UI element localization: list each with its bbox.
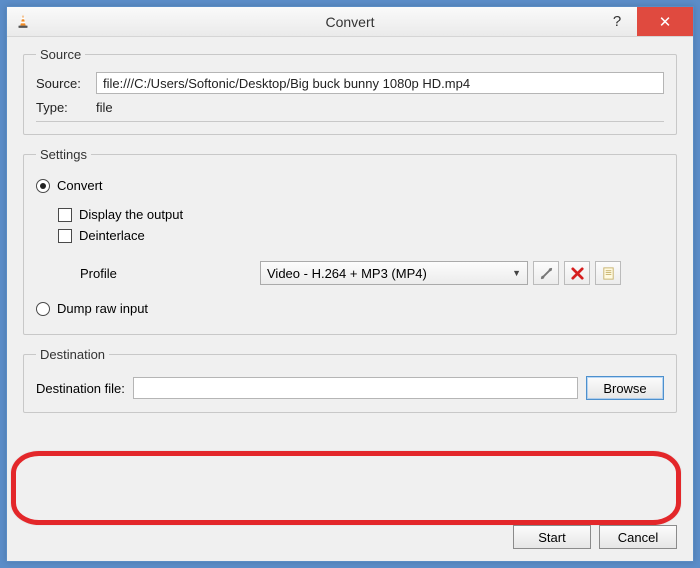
titlebar: Convert ? ✕	[7, 7, 693, 37]
profile-label: Profile	[80, 266, 140, 281]
new-profile-button[interactable]	[595, 261, 621, 285]
vlc-icon	[13, 12, 33, 32]
settings-group: Settings Convert Display the output Dein…	[23, 147, 677, 335]
new-doc-icon	[601, 266, 616, 281]
destination-file-label: Destination file:	[36, 381, 125, 396]
destination-group: Destination Destination file: Browse	[23, 347, 677, 413]
source-divider	[36, 121, 664, 122]
close-button[interactable]: ✕	[637, 7, 693, 36]
dialog-footer: Start Cancel	[513, 525, 677, 549]
annotation-highlight	[11, 451, 681, 525]
help-button[interactable]: ?	[597, 7, 637, 36]
convert-radio[interactable]	[36, 179, 50, 193]
edit-profile-button[interactable]	[533, 261, 559, 285]
chevron-down-icon: ▼	[512, 268, 521, 278]
delete-x-icon	[570, 266, 585, 281]
convert-dialog: Convert ? ✕ Source Source: Type: file Se…	[6, 6, 694, 562]
source-input[interactable]	[96, 72, 664, 94]
start-button[interactable]: Start	[513, 525, 591, 549]
destination-legend: Destination	[36, 347, 109, 362]
delete-profile-button[interactable]	[564, 261, 590, 285]
dump-raw-label: Dump raw input	[57, 301, 148, 316]
profile-combobox[interactable]: Video - H.264 + MP3 (MP4) ▼	[260, 261, 528, 285]
type-value: file	[96, 100, 113, 115]
settings-legend: Settings	[36, 147, 91, 162]
wrench-icon	[539, 266, 554, 281]
close-icon: ✕	[659, 13, 672, 31]
display-output-label: Display the output	[79, 207, 183, 222]
source-label: Source:	[36, 76, 96, 91]
source-group: Source Source: Type: file	[23, 47, 677, 135]
destination-file-input[interactable]	[133, 377, 578, 399]
convert-radio-label: Convert	[57, 178, 103, 193]
help-icon: ?	[613, 13, 621, 30]
browse-button[interactable]: Browse	[586, 376, 664, 400]
deinterlace-checkbox[interactable]	[58, 229, 72, 243]
dump-raw-radio[interactable]	[36, 302, 50, 316]
profile-value: Video - H.264 + MP3 (MP4)	[267, 266, 427, 281]
source-legend: Source	[36, 47, 85, 62]
dialog-body: Source Source: Type: file Settings Conve…	[7, 37, 693, 561]
cancel-button[interactable]: Cancel	[599, 525, 677, 549]
window-title: Convert	[7, 14, 693, 30]
display-output-checkbox[interactable]	[58, 208, 72, 222]
deinterlace-label: Deinterlace	[79, 228, 145, 243]
type-label: Type:	[36, 100, 96, 115]
